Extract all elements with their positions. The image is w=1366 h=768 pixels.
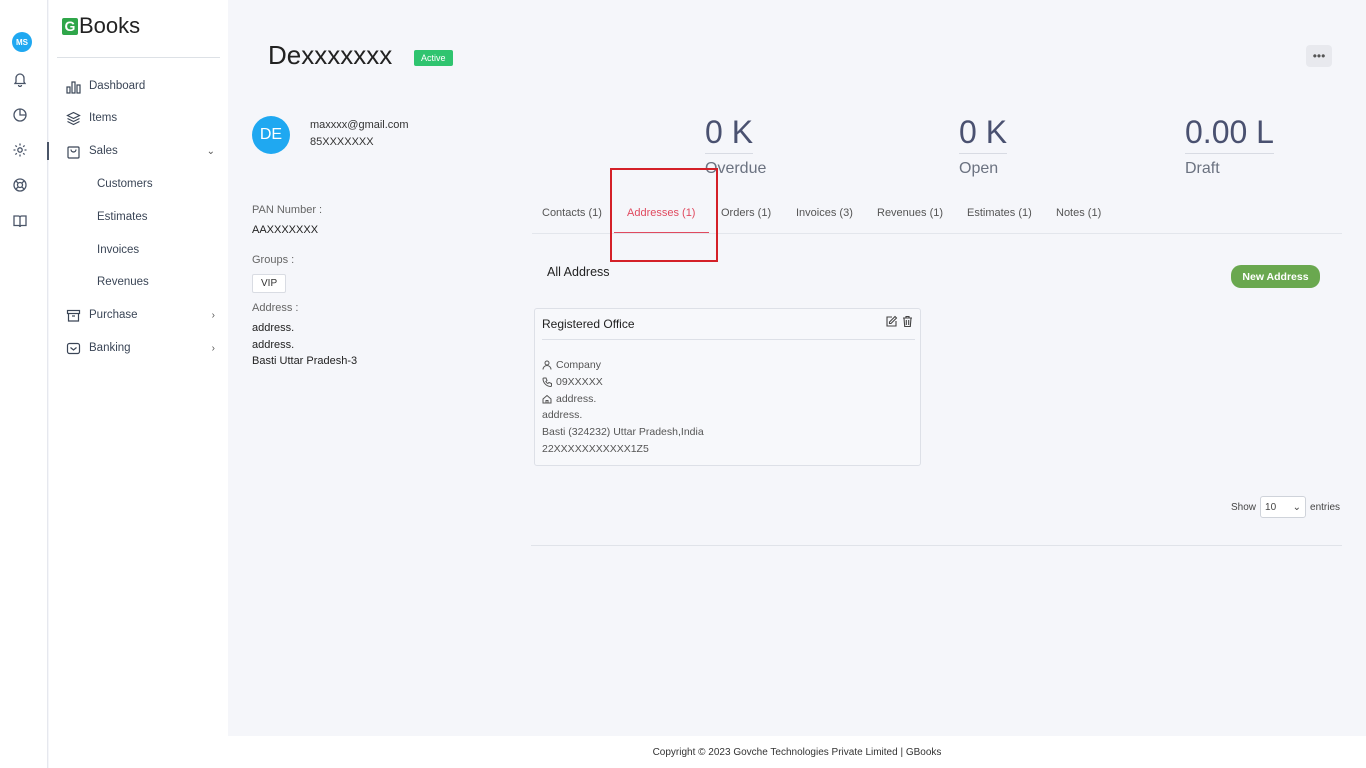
bell-icon[interactable]	[11, 70, 29, 88]
logo-mark: G	[62, 17, 78, 35]
sidebar-item-invoices[interactable]: Invoices	[97, 244, 139, 256]
sidebar-item-items[interactable]: Items	[65, 108, 215, 128]
section-heading: All Address	[547, 265, 610, 279]
new-address-button[interactable]: New Address	[1231, 265, 1320, 288]
stat-label: Open	[959, 160, 999, 177]
address-card: Registered Office Company 09XXXXX addres…	[534, 308, 921, 466]
layers-icon	[65, 110, 81, 126]
sidebar-item-label: Dashboard	[89, 80, 146, 92]
address-line: address.	[542, 409, 583, 421]
chevron-down-icon: ⌄	[206, 145, 215, 157]
shopping-bag-icon	[65, 143, 81, 159]
address-type: Company	[556, 359, 601, 371]
tab-revenues[interactable]: Revenues (1)	[877, 207, 943, 219]
sidebar-item-estimates[interactable]: Estimates	[97, 211, 148, 223]
card-divider	[542, 339, 915, 340]
gear-icon[interactable]	[11, 141, 29, 159]
ellipsis-icon: •••	[1312, 49, 1326, 63]
customer-email: maxxxx@gmail.com	[310, 119, 409, 131]
trash-icon[interactable]	[901, 315, 914, 333]
stat-value: 0 K	[705, 114, 754, 154]
lifebuoy-icon[interactable]	[11, 176, 29, 194]
wallet-icon	[65, 340, 81, 356]
chevron-right-icon: ›	[211, 342, 215, 354]
group-tag: VIP	[252, 274, 287, 293]
gbooks-logo[interactable]: G Books	[62, 13, 140, 39]
stat-value: 0.00 L	[1185, 114, 1274, 154]
main-content: Dexxxxxxx Active ••• DE maxxxx@gmail.com…	[228, 0, 1366, 736]
user-avatar[interactable]: MS	[12, 32, 32, 52]
sidebar-item-label: Items	[89, 112, 118, 124]
address-card-title: Registered Office	[542, 317, 635, 331]
sidebar-divider	[57, 57, 220, 58]
groups-label: Groups :	[252, 254, 295, 266]
home-icon	[542, 394, 552, 404]
status-badge: Active	[414, 50, 453, 66]
tab-orders[interactable]: Orders (1)	[721, 207, 771, 219]
stat-open: 0 K Open	[959, 114, 1008, 178]
logo-text: Books	[79, 13, 141, 38]
tab-estimates[interactable]: Estimates (1)	[967, 207, 1032, 219]
book-icon[interactable]	[11, 212, 29, 230]
show-label: Show	[1231, 501, 1257, 513]
address-label: Address :	[252, 302, 299, 314]
pan-value: AAXXXXXXX	[252, 224, 319, 236]
sidebar-item-dashboard[interactable]: Dashboard	[65, 76, 215, 96]
sidebar-item-label: Purchase	[89, 309, 138, 321]
page-size-control: Show 10 ⌄ entries	[1231, 496, 1340, 518]
entries-label: entries	[1310, 501, 1341, 513]
copyright-text: Copyright © 2023 Govche Technologies Pri…	[652, 746, 942, 758]
customer-phone: 85XXXXXXX	[310, 136, 374, 148]
address-line-row: address.	[542, 393, 596, 405]
sidebar: G Books Dashboard Items Sales ⌄ Customer…	[49, 0, 228, 768]
address-gst: 22XXXXXXXXXXX1Z5	[542, 443, 649, 455]
address-line: address.	[252, 339, 295, 351]
sidebar-item-banking[interactable]: Banking ›	[65, 338, 215, 358]
highlight-box	[610, 168, 718, 262]
address-phone: 09XXXXX	[556, 376, 603, 388]
edit-icon[interactable]	[885, 315, 898, 333]
pan-label: PAN Number :	[252, 204, 323, 216]
pie-chart-icon[interactable]	[11, 106, 29, 124]
address-line: address.	[556, 393, 597, 405]
tab-notes[interactable]: Notes (1)	[1056, 207, 1101, 219]
sidebar-item-sales[interactable]: Sales ⌄	[65, 141, 215, 161]
sidebar-item-customers[interactable]: Customers	[97, 178, 153, 190]
icon-rail: MS	[0, 0, 49, 768]
tab-contacts[interactable]: Contacts (1)	[542, 207, 602, 219]
chevron-right-icon: ›	[211, 309, 215, 321]
archive-icon	[65, 307, 81, 323]
chevron-down-icon: ⌄	[1292, 501, 1302, 513]
stat-label: Draft	[1185, 160, 1220, 177]
page-title: Dexxxxxxx	[268, 40, 393, 70]
sidebar-item-label: Sales	[89, 145, 118, 157]
divider	[531, 545, 1342, 546]
tab-invoices[interactable]: Invoices (3)	[796, 207, 853, 219]
card-actions	[885, 315, 914, 333]
stat-value: 0 K	[959, 114, 1008, 154]
person-icon	[542, 360, 552, 370]
sidebar-item-revenues[interactable]: Revenues	[97, 276, 149, 288]
more-options-button[interactable]: •••	[1306, 45, 1332, 67]
customer-avatar: DE	[252, 116, 290, 154]
footer: Copyright © 2023 Govche Technologies Pri…	[228, 736, 1366, 768]
address-line: Basti Uttar Pradesh-3	[252, 355, 358, 367]
sidebar-item-purchase[interactable]: Purchase ›	[65, 305, 215, 325]
address-line: address.	[252, 322, 295, 334]
address-type-row: Company	[542, 359, 601, 371]
page-size-value: 10	[1265, 501, 1277, 513]
address-city-line: Basti (324232) Uttar Pradesh,India	[542, 426, 704, 438]
sidebar-item-label: Banking	[89, 342, 131, 354]
phone-icon	[542, 377, 552, 387]
stat-draft: 0.00 L Draft	[1185, 114, 1274, 178]
address-phone-row: 09XXXXX	[542, 376, 603, 388]
bar-chart-icon	[65, 78, 81, 94]
page-size-select[interactable]: 10 ⌄	[1260, 496, 1307, 518]
